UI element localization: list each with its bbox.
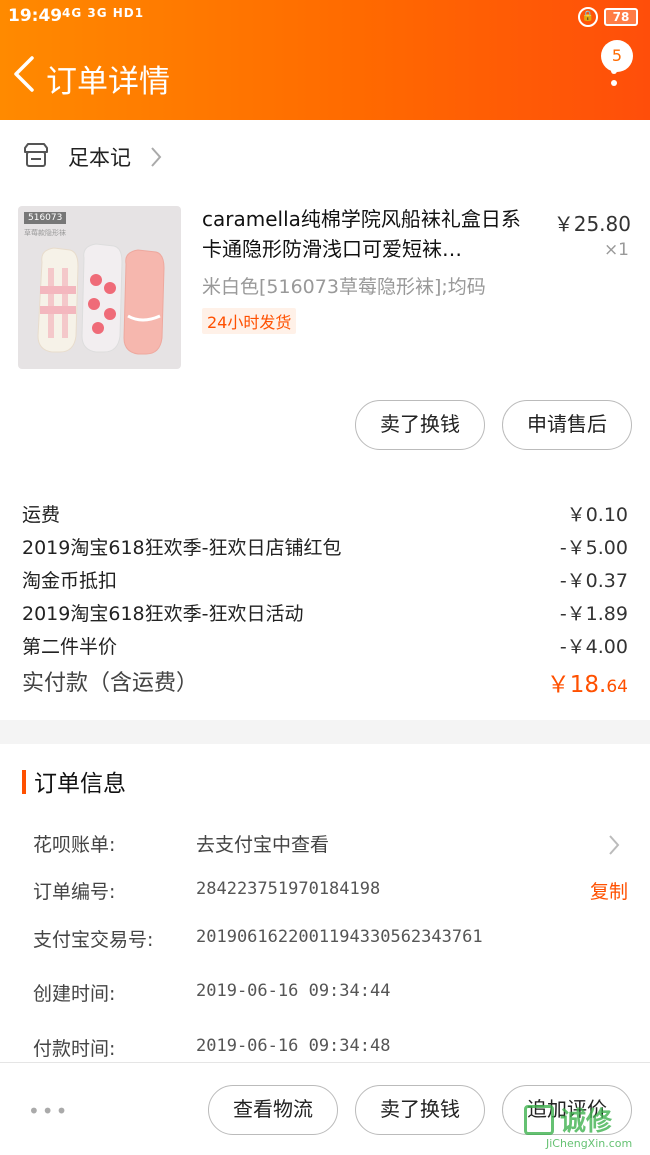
watermark-en: JiChengXin.com xyxy=(546,1137,633,1150)
fee-value: -￥0.37 xyxy=(559,570,628,592)
header: 订单详情 5 xyxy=(0,34,650,120)
fee-label: 第二件半价 xyxy=(22,636,118,658)
signal-indicators: 4G 3G HD1 xyxy=(62,6,145,20)
order-item-card: 足本记 516073 草莓款隐形袜 caramella纯棉学院风船袜礼盒日系卡通… xyxy=(0,120,650,720)
after-sales-button[interactable]: 申请售后 xyxy=(502,400,632,450)
huabei-row[interactable]: 花呗账单: 去支付宝中查看 xyxy=(33,830,628,864)
view-logistics-button[interactable]: 查看物流 xyxy=(208,1085,338,1135)
sell-for-cash-button-bottom[interactable]: 卖了换钱 xyxy=(355,1085,485,1135)
created-time-row: 创建时间: 2019-06-16 09:34:44 xyxy=(33,979,628,1013)
paid-time-value: 2019-06-16 09:34:48 xyxy=(196,1036,391,1056)
fee-row: 第二件半价 -￥4.00 xyxy=(22,632,628,665)
order-number-label: 订单编号: xyxy=(33,881,116,903)
fee-value: -￥4.00 xyxy=(559,636,628,658)
fee-row: 2019淘宝618狂欢季-狂欢日店铺红包 -￥5.00 xyxy=(22,533,628,566)
fee-label: 淘金币抵扣 xyxy=(22,570,118,592)
chevron-right-icon[interactable] xyxy=(608,834,620,861)
fee-row: 淘金币抵扣 -￥0.37 xyxy=(22,566,628,599)
more-actions-icon[interactable]: ••• xyxy=(28,1099,69,1123)
rotation-lock-icon: 🔒 xyxy=(578,7,598,27)
fee-row: 运费 ￥0.10 xyxy=(22,500,628,533)
total-paid-value: ￥18.64 xyxy=(547,665,628,699)
order-info-card: 订单信息 花呗账单: 去支付宝中查看 订单编号: 284223751970184… xyxy=(0,744,650,1064)
total-paid-label: 实付款（含运费） xyxy=(22,671,199,696)
shop-name: 足本记 xyxy=(68,146,131,170)
watermark-square-icon xyxy=(524,1105,554,1135)
watermark-logo: 诚修 JiChengXin.com xyxy=(524,1099,644,1151)
fee-value: -￥1.89 xyxy=(559,603,628,625)
fee-label: 运费 xyxy=(22,504,61,526)
status-time: 19:49 xyxy=(8,6,63,26)
order-number-value: 284223751970184198 xyxy=(196,879,381,899)
fee-value: ￥0.10 xyxy=(566,504,628,526)
alipay-trade-row: 支付宝交易号: 2019061622001194330562343761 xyxy=(33,925,628,959)
order-info-title: 订单信息 xyxy=(34,771,126,797)
more-menu-icon[interactable] xyxy=(608,68,620,98)
watermark-cn: 诚修 xyxy=(560,1107,613,1137)
product-image[interactable]: 516073 草莓款隐形袜 xyxy=(18,206,181,369)
product-sku: 米白色[516073草莓隐形袜];均码 xyxy=(202,276,486,298)
fee-value: -￥5.00 xyxy=(559,537,628,559)
shipping-badge: 24小时发货 xyxy=(202,308,297,334)
product-title[interactable]: caramella纯棉学院风船袜礼盒日系卡通隐形防滑浅口可爱短袜… xyxy=(202,204,532,264)
total-paid-cents: 64 xyxy=(606,677,628,697)
total-paid-main: ￥18. xyxy=(546,672,607,698)
page-title: 订单详情 xyxy=(46,64,170,100)
huabei-value: 去支付宝中查看 xyxy=(196,834,330,856)
section-accent-bar xyxy=(22,770,26,794)
total-paid-row: 实付款（含运费） ￥18.64 xyxy=(22,665,628,701)
fee-row: 2019淘宝618狂欢季-狂欢日活动 -￥1.89 xyxy=(22,599,628,632)
status-bar: 19:49 4G 3G HD1 🔒 78 xyxy=(0,0,650,34)
store-icon xyxy=(22,142,50,174)
huabei-label: 花呗账单: xyxy=(33,834,116,856)
product-price: ￥25.80 xyxy=(553,212,631,236)
fee-label: 2019淘宝618狂欢季-狂欢日店铺红包 xyxy=(22,537,342,559)
bottom-action-bar: ••• 查看物流 卖了换钱 追加评价 诚修 JiChengXin.com xyxy=(0,1062,650,1155)
fee-label: 2019淘宝618狂欢季-狂欢日活动 xyxy=(22,603,304,625)
sell-for-cash-button[interactable]: 卖了换钱 xyxy=(355,400,485,450)
battery-icon: 78 xyxy=(604,8,638,26)
copy-button[interactable]: 复制 xyxy=(590,877,628,904)
paid-time-label: 付款时间: xyxy=(33,1038,116,1060)
chevron-right-icon xyxy=(150,146,162,172)
socks-illustration xyxy=(37,243,165,355)
alipay-trade-value: 2019061622001194330562343761 xyxy=(196,927,483,947)
product-quantity: ×1 xyxy=(603,240,629,260)
order-number-row: 订单编号: 284223751970184198 复制 xyxy=(33,877,628,911)
alipay-trade-label: 支付宝交易号: xyxy=(33,929,154,951)
created-time-value: 2019-06-16 09:34:44 xyxy=(196,981,391,1001)
back-icon[interactable] xyxy=(10,54,40,94)
created-time-label: 创建时间: xyxy=(33,983,116,1005)
